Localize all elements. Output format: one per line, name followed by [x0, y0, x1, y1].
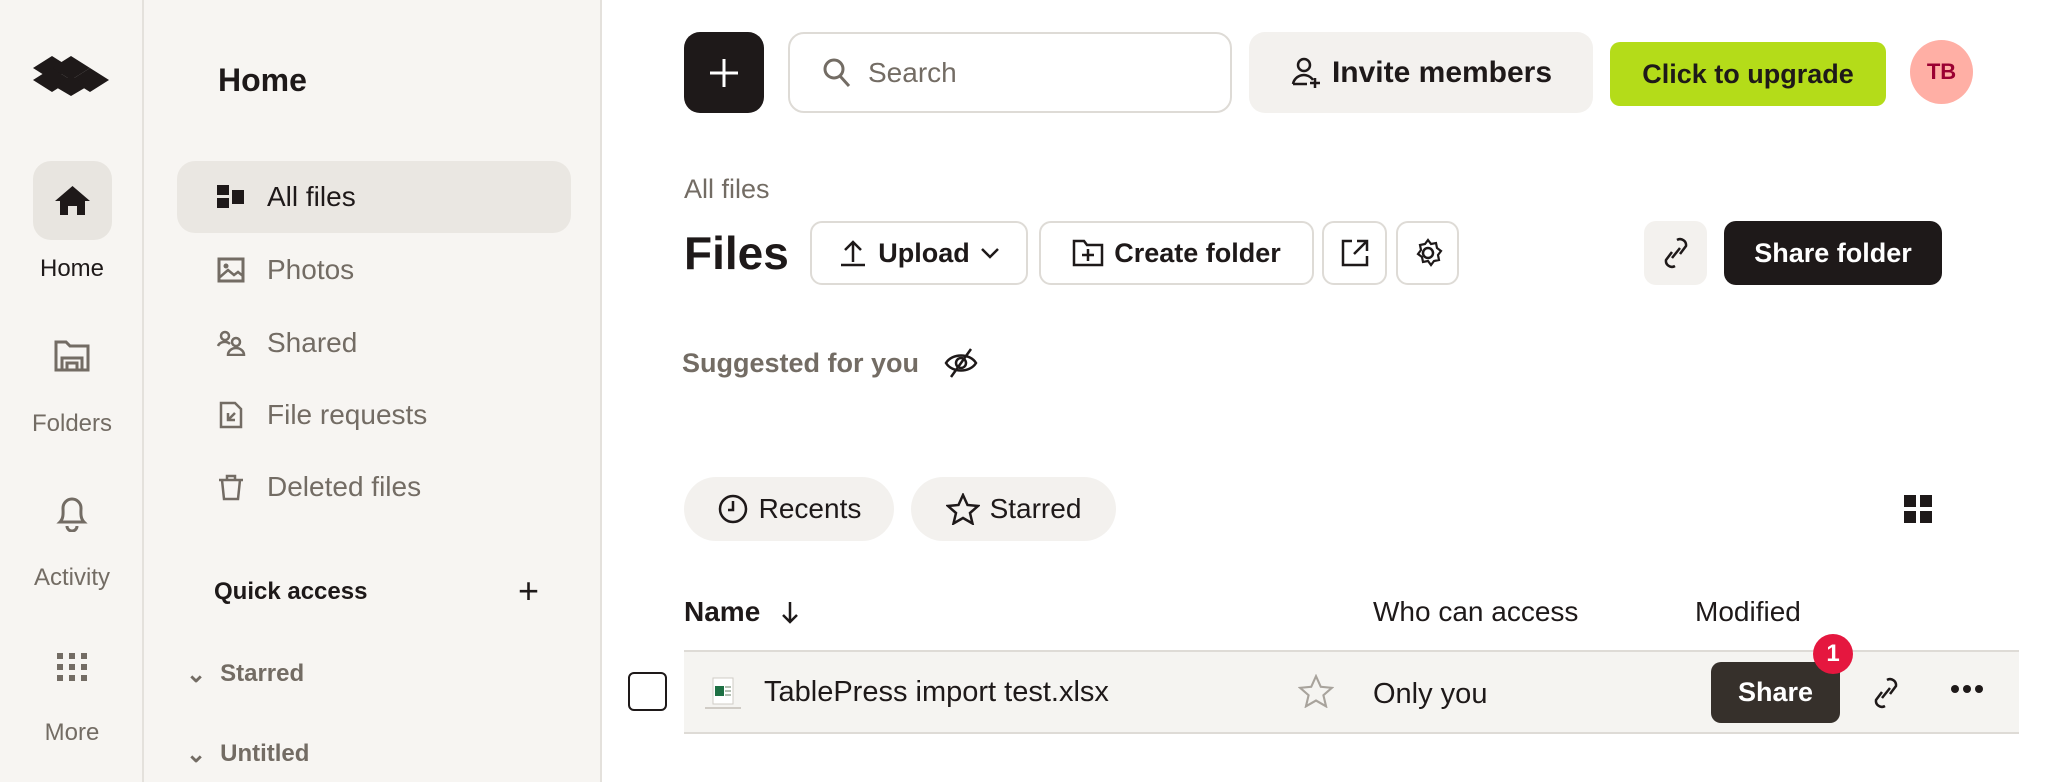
- open-external-button[interactable]: [1322, 221, 1387, 285]
- quick-access-heading: Quick access: [214, 578, 368, 605]
- shared-users-icon: [213, 330, 249, 356]
- add-user-icon: [1291, 57, 1320, 88]
- upload-icon: [841, 240, 866, 267]
- rail-label-home: Home: [39, 255, 105, 282]
- clock-icon: [718, 494, 747, 524]
- chevron-down-icon: ⌄: [186, 661, 207, 688]
- notification-badge: 1: [1813, 634, 1853, 674]
- avatar[interactable]: TB: [1910, 40, 1973, 104]
- access-value: Only you: [1373, 678, 1488, 710]
- rail-label-folders[interactable]: Folders: [0, 410, 144, 438]
- sidebar-item-shared[interactable]: Shared: [177, 307, 571, 379]
- sidebar-item-file-requests[interactable]: File requests: [177, 379, 571, 451]
- star-icon: [945, 493, 980, 525]
- quick-access-add-button[interactable]: +: [518, 570, 539, 612]
- left-rail: Home Folders Activity More: [0, 0, 144, 782]
- eye-hidden-icon[interactable]: [943, 347, 979, 379]
- tab-starred[interactable]: Starred: [911, 477, 1116, 541]
- bell-icon[interactable]: [0, 494, 144, 532]
- column-header-modified[interactable]: Modified: [1695, 596, 1801, 628]
- page-title: Files: [684, 227, 789, 279]
- photo-icon: [213, 257, 249, 283]
- link-icon: [1664, 237, 1687, 269]
- star-toggle[interactable]: [1298, 674, 1334, 708]
- link-icon: [1874, 677, 1898, 709]
- grid-dots-icon[interactable]: [0, 650, 144, 684]
- trash-icon: [213, 473, 249, 501]
- copy-link-button[interactable]: [1644, 221, 1707, 285]
- chevron-down-icon: [980, 248, 999, 259]
- grid-view-icon: [1904, 495, 1932, 523]
- folder-add-icon: [1072, 239, 1104, 267]
- create-folder-button[interactable]: Create folder: [1039, 221, 1314, 285]
- folder-icon[interactable]: [0, 338, 144, 374]
- grid-view-toggle[interactable]: [1904, 495, 1932, 523]
- suggested-heading: Suggested for you: [682, 347, 979, 379]
- plus-icon: [710, 58, 738, 87]
- sidebar-item-photos[interactable]: Photos: [177, 234, 571, 306]
- more-horizontal-icon: [1951, 685, 1983, 693]
- upgrade-button[interactable]: Click to upgrade: [1610, 42, 1886, 106]
- row-checkbox[interactable]: [628, 672, 667, 711]
- breadcrumb[interactable]: All files: [684, 174, 770, 205]
- rail-label-activity[interactable]: Activity: [0, 564, 144, 592]
- invite-members-button[interactable]: Invite members: [1249, 32, 1593, 113]
- excel-file-icon: [703, 676, 743, 712]
- row-copy-link-button[interactable]: [1873, 674, 1899, 712]
- settings-button[interactable]: [1396, 221, 1459, 285]
- row-more-button[interactable]: [1950, 683, 1984, 695]
- search-input[interactable]: Search: [788, 32, 1232, 113]
- rail-label-more[interactable]: More: [0, 719, 144, 747]
- dropbox-logo[interactable]: [0, 48, 144, 98]
- row-share-button[interactable]: Share: [1711, 662, 1840, 723]
- rail-home-button[interactable]: [33, 161, 112, 240]
- upload-button[interactable]: Upload: [810, 221, 1028, 285]
- share-folder-button[interactable]: Share folder: [1724, 221, 1942, 285]
- sidebar-item-all-files[interactable]: All files: [177, 161, 571, 233]
- file-request-icon: [213, 401, 249, 429]
- all-files-icon: [213, 185, 249, 209]
- column-header-name[interactable]: Name: [684, 596, 800, 628]
- column-header-access[interactable]: Who can access: [1373, 596, 1578, 628]
- create-new-button[interactable]: [684, 32, 764, 113]
- sidebar-title: Home: [218, 62, 307, 98]
- chevron-down-icon: ⌄: [186, 741, 207, 768]
- sidebar-item-deleted-files[interactable]: Deleted files: [177, 451, 571, 523]
- search-icon: [823, 58, 851, 87]
- star-icon: [1298, 674, 1334, 708]
- file-name[interactable]: TablePress import test.xlsx: [764, 676, 1109, 709]
- gear-icon: [1415, 238, 1443, 267]
- section-starred[interactable]: ⌄ Starred: [186, 660, 304, 689]
- section-untitled[interactable]: ⌄ Untitled: [186, 740, 309, 769]
- arrow-down-icon: [782, 602, 799, 624]
- home-icon: [55, 186, 90, 215]
- tab-recents[interactable]: Recents: [684, 477, 894, 541]
- external-link-icon: [1341, 239, 1368, 267]
